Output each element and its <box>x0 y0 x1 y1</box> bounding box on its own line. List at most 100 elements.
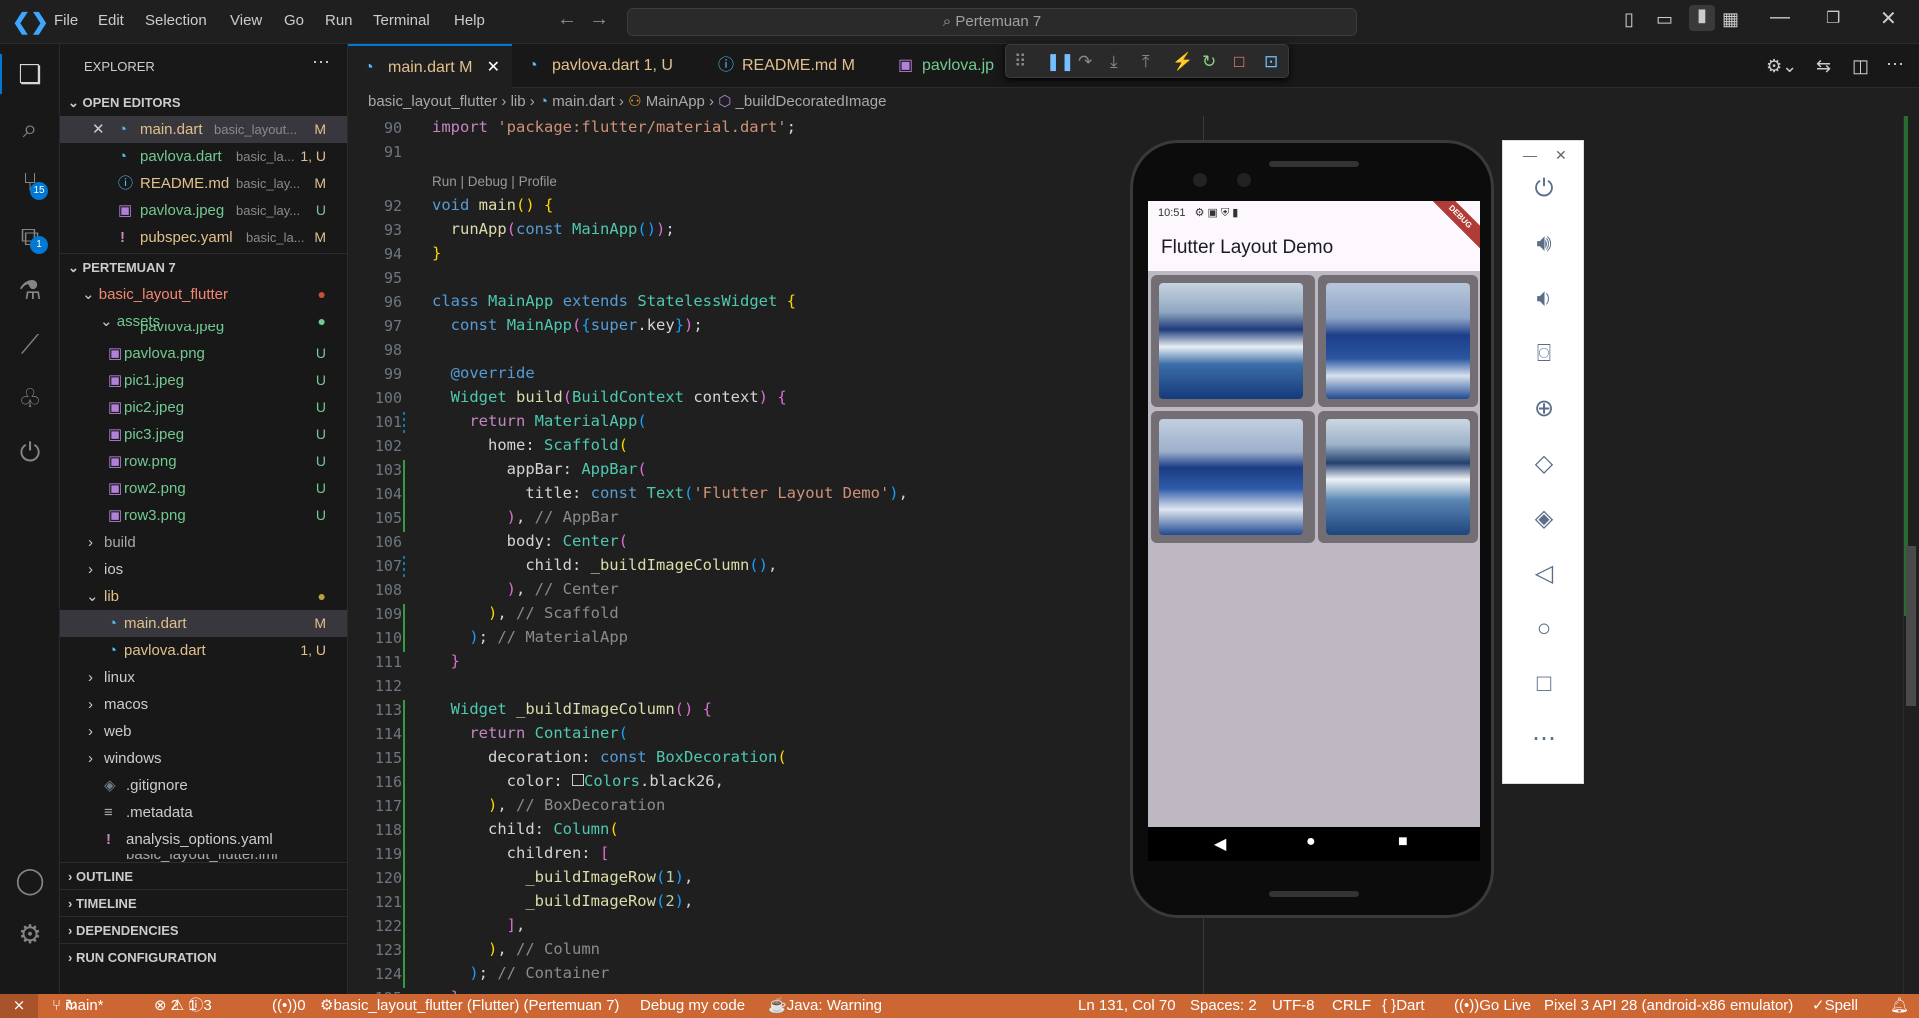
language-mode[interactable]: { } Dart <box>1382 994 1425 1018</box>
folder-item[interactable]: › linux <box>60 664 347 691</box>
open-editor-item[interactable]: ✕ ◔ main.dart basic_layout... M <box>60 116 347 143</box>
breadcrumb-item[interactable]: _buildDecoratedImage <box>736 93 887 110</box>
extensions-icon[interactable]: ⧉ 1 <box>12 218 48 254</box>
pause-icon[interactable]: ❚❚ <box>1046 52 1075 72</box>
rotate-left-icon[interactable]: ◇ <box>1530 450 1558 478</box>
notifications-bell-icon[interactable]: 🔔︎ <box>1890 994 1909 1018</box>
drag-handle-icon[interactable]: ⠿ <box>1014 52 1026 72</box>
timeline-header[interactable]: › TIMELINE <box>60 889 347 916</box>
zoom-icon[interactable]: ⊕ <box>1530 395 1558 423</box>
menu-run[interactable]: Run <box>325 12 353 29</box>
scrollbar-thumb[interactable] <box>1906 546 1916 706</box>
devtools-icon[interactable]: ⊡ <box>1264 52 1278 72</box>
minimize-icon[interactable]: — <box>1523 147 1537 163</box>
breadcrumb-item[interactable]: lib <box>511 93 526 110</box>
power-icon[interactable]: ⏻ <box>12 434 48 470</box>
accounts-icon[interactable]: ◯ <box>12 862 48 898</box>
file-item-partial[interactable]: pavlova.jpeg <box>124 324 347 337</box>
remote-explorer-icon[interactable]: ♧ <box>12 380 48 416</box>
restore-icon[interactable]: ❐ <box>1826 8 1840 28</box>
file-item-selected[interactable]: ◔ main.dart M <box>60 610 347 637</box>
indentation[interactable]: Spaces: 2 <box>1190 994 1257 1018</box>
debug-target[interactable]: ⚙ basic_layout_flutter (Flutter) (Pertem… <box>320 994 619 1018</box>
home-icon[interactable]: ○ <box>1530 615 1558 643</box>
outline-header[interactable]: › OUTLINE <box>60 862 347 889</box>
menu-edit[interactable]: Edit <box>98 12 124 29</box>
camera-icon[interactable]: ⌼ <box>1530 340 1558 368</box>
phone-screen[interactable]: 10:51 ⚙ ▣ ⛨ ▮ Flutter Layout Demo DEBUG … <box>1148 201 1480 861</box>
file-item[interactable]: ▣ pavlova.png U <box>60 340 347 367</box>
step-into-icon[interactable]: ⤓ <box>1110 52 1118 72</box>
close-icon[interactable]: ✕ <box>92 116 105 143</box>
step-out-icon[interactable]: ⤒ <box>1142 52 1150 72</box>
split-editor-icon[interactable]: ◫ <box>1852 56 1869 77</box>
open-editors-header[interactable]: ⌄ OPEN EDITORS <box>60 89 347 116</box>
file-item[interactable]: ▣ pic1.jpeg U <box>60 367 347 394</box>
recents-icon[interactable]: ■ <box>1398 833 1408 851</box>
more-actions-icon[interactable]: ⋯ <box>1886 54 1904 75</box>
lib-folder[interactable]: ⌄ lib ● <box>60 583 347 610</box>
menu-file[interactable]: File <box>54 12 78 29</box>
compare-changes-icon[interactable]: ⇆ <box>1816 56 1831 77</box>
file-item[interactable]: ▣ pic3.jpeg U <box>60 421 347 448</box>
back-arrow-icon[interactable]: ← <box>557 8 577 31</box>
overview-icon[interactable]: □ <box>1530 670 1558 698</box>
menu-terminal[interactable]: Terminal <box>373 12 430 29</box>
step-over-icon[interactable]: ↷ <box>1078 52 1092 72</box>
tab-pavlova-jpeg[interactable]: ▣ pavlova.jp <box>882 44 1022 88</box>
run-config-header[interactable]: › RUN CONFIGURATION <box>60 943 347 970</box>
open-editor-item[interactable]: ! pubspec.yaml basic_la... M <box>60 224 347 251</box>
tab-main-dart[interactable]: ◔ main.dart M ✕ <box>348 44 512 88</box>
folder-item[interactable]: › build <box>60 529 347 556</box>
back-icon[interactable]: ◀ <box>1214 834 1226 854</box>
restart-icon[interactable]: ↻ <box>1202 52 1216 72</box>
file-item[interactable]: ▣ row3.png U <box>60 502 347 529</box>
project-folder[interactable]: ⌄ basic_layout_flutter ● <box>60 281 347 308</box>
flutter-icon[interactable]: ⟋ <box>12 326 48 362</box>
run-debug-icon[interactable]: ⚙⌄ <box>1766 56 1797 77</box>
remote-icon[interactable]: ⨯ <box>0 994 38 1018</box>
home-icon[interactable]: ● <box>1306 833 1316 851</box>
debug-my-code[interactable]: Debug my code <box>640 994 745 1018</box>
toggle-secondary-sidebar-icon[interactable]: ▮ <box>1689 5 1715 31</box>
file-item[interactable]: ▣ row.png U <box>60 448 347 475</box>
stop-icon[interactable]: □ <box>1234 52 1244 72</box>
breadcrumb-item[interactable]: MainApp <box>646 93 705 110</box>
scrollbar[interactable] <box>1903 116 1917 994</box>
file-item[interactable]: ▣ pic2.jpeg U <box>60 394 347 421</box>
menu-go[interactable]: Go <box>284 12 304 29</box>
dependencies-header[interactable]: › DEPENDENCIES <box>60 916 347 943</box>
open-editor-item[interactable]: ⓘ README.md basic_lay... M <box>60 170 347 197</box>
go-live[interactable]: ((•)) Go Live <box>1454 994 1531 1018</box>
menu-help[interactable]: Help <box>454 12 485 29</box>
file-item[interactable]: ! analysis_options.yaml <box>60 826 347 853</box>
close-window-icon[interactable]: ✕ <box>1880 6 1897 31</box>
folder-item[interactable]: › windows <box>60 745 347 772</box>
open-editor-item[interactable]: ◔ pavlova.dart basic_la... 1, U <box>60 143 347 170</box>
tab-readme[interactable]: ⓘ README.md M <box>702 44 882 88</box>
testing-icon[interactable]: ⚗ <box>12 272 48 308</box>
folder-item[interactable]: › web <box>60 718 347 745</box>
folder-item[interactable]: › ios <box>60 556 347 583</box>
settings-gear-icon[interactable]: ⚙ <box>12 916 48 952</box>
close-icon[interactable]: ✕ <box>487 46 500 90</box>
device-selector[interactable]: Pixel 3 API 28 (android-x86 emulator) <box>1544 994 1793 1018</box>
search-icon[interactable]: ⌕ <box>12 110 48 146</box>
more-actions-icon[interactable]: ⋯ <box>312 52 330 73</box>
encoding[interactable]: UTF-8 <box>1272 994 1315 1018</box>
close-icon[interactable]: ✕ <box>1555 147 1567 164</box>
menu-view[interactable]: View <box>230 12 262 29</box>
spell-check[interactable]: ✓ Spell <box>1812 994 1858 1018</box>
toggle-sidebar-icon[interactable]: ▯ <box>1624 9 1634 30</box>
volume-down-icon[interactable]: 🔉︎ <box>1530 285 1558 313</box>
minimize-icon[interactable]: — <box>1770 6 1790 29</box>
tab-pavlova-dart[interactable]: ◔ pavlova.dart 1, U <box>512 44 702 88</box>
rotate-right-icon[interactable]: ◈ <box>1530 505 1558 533</box>
power-icon[interactable]: ⏻ <box>1530 175 1558 203</box>
file-item-partial[interactable]: basic_layout_flutter.iml <box>60 854 347 862</box>
ports-indicator[interactable]: ((•)) 0 <box>272 994 306 1018</box>
file-item[interactable]: ◔ pavlova.dart 1, U <box>60 637 347 664</box>
breadcrumb-item[interactable]: main.dart <box>552 93 615 110</box>
volume-up-icon[interactable]: 🔊︎ <box>1530 230 1558 258</box>
problems-indicator[interactable]: ⊗ 2 ⚠ 1 ⓘ 3 <box>154 994 212 1018</box>
